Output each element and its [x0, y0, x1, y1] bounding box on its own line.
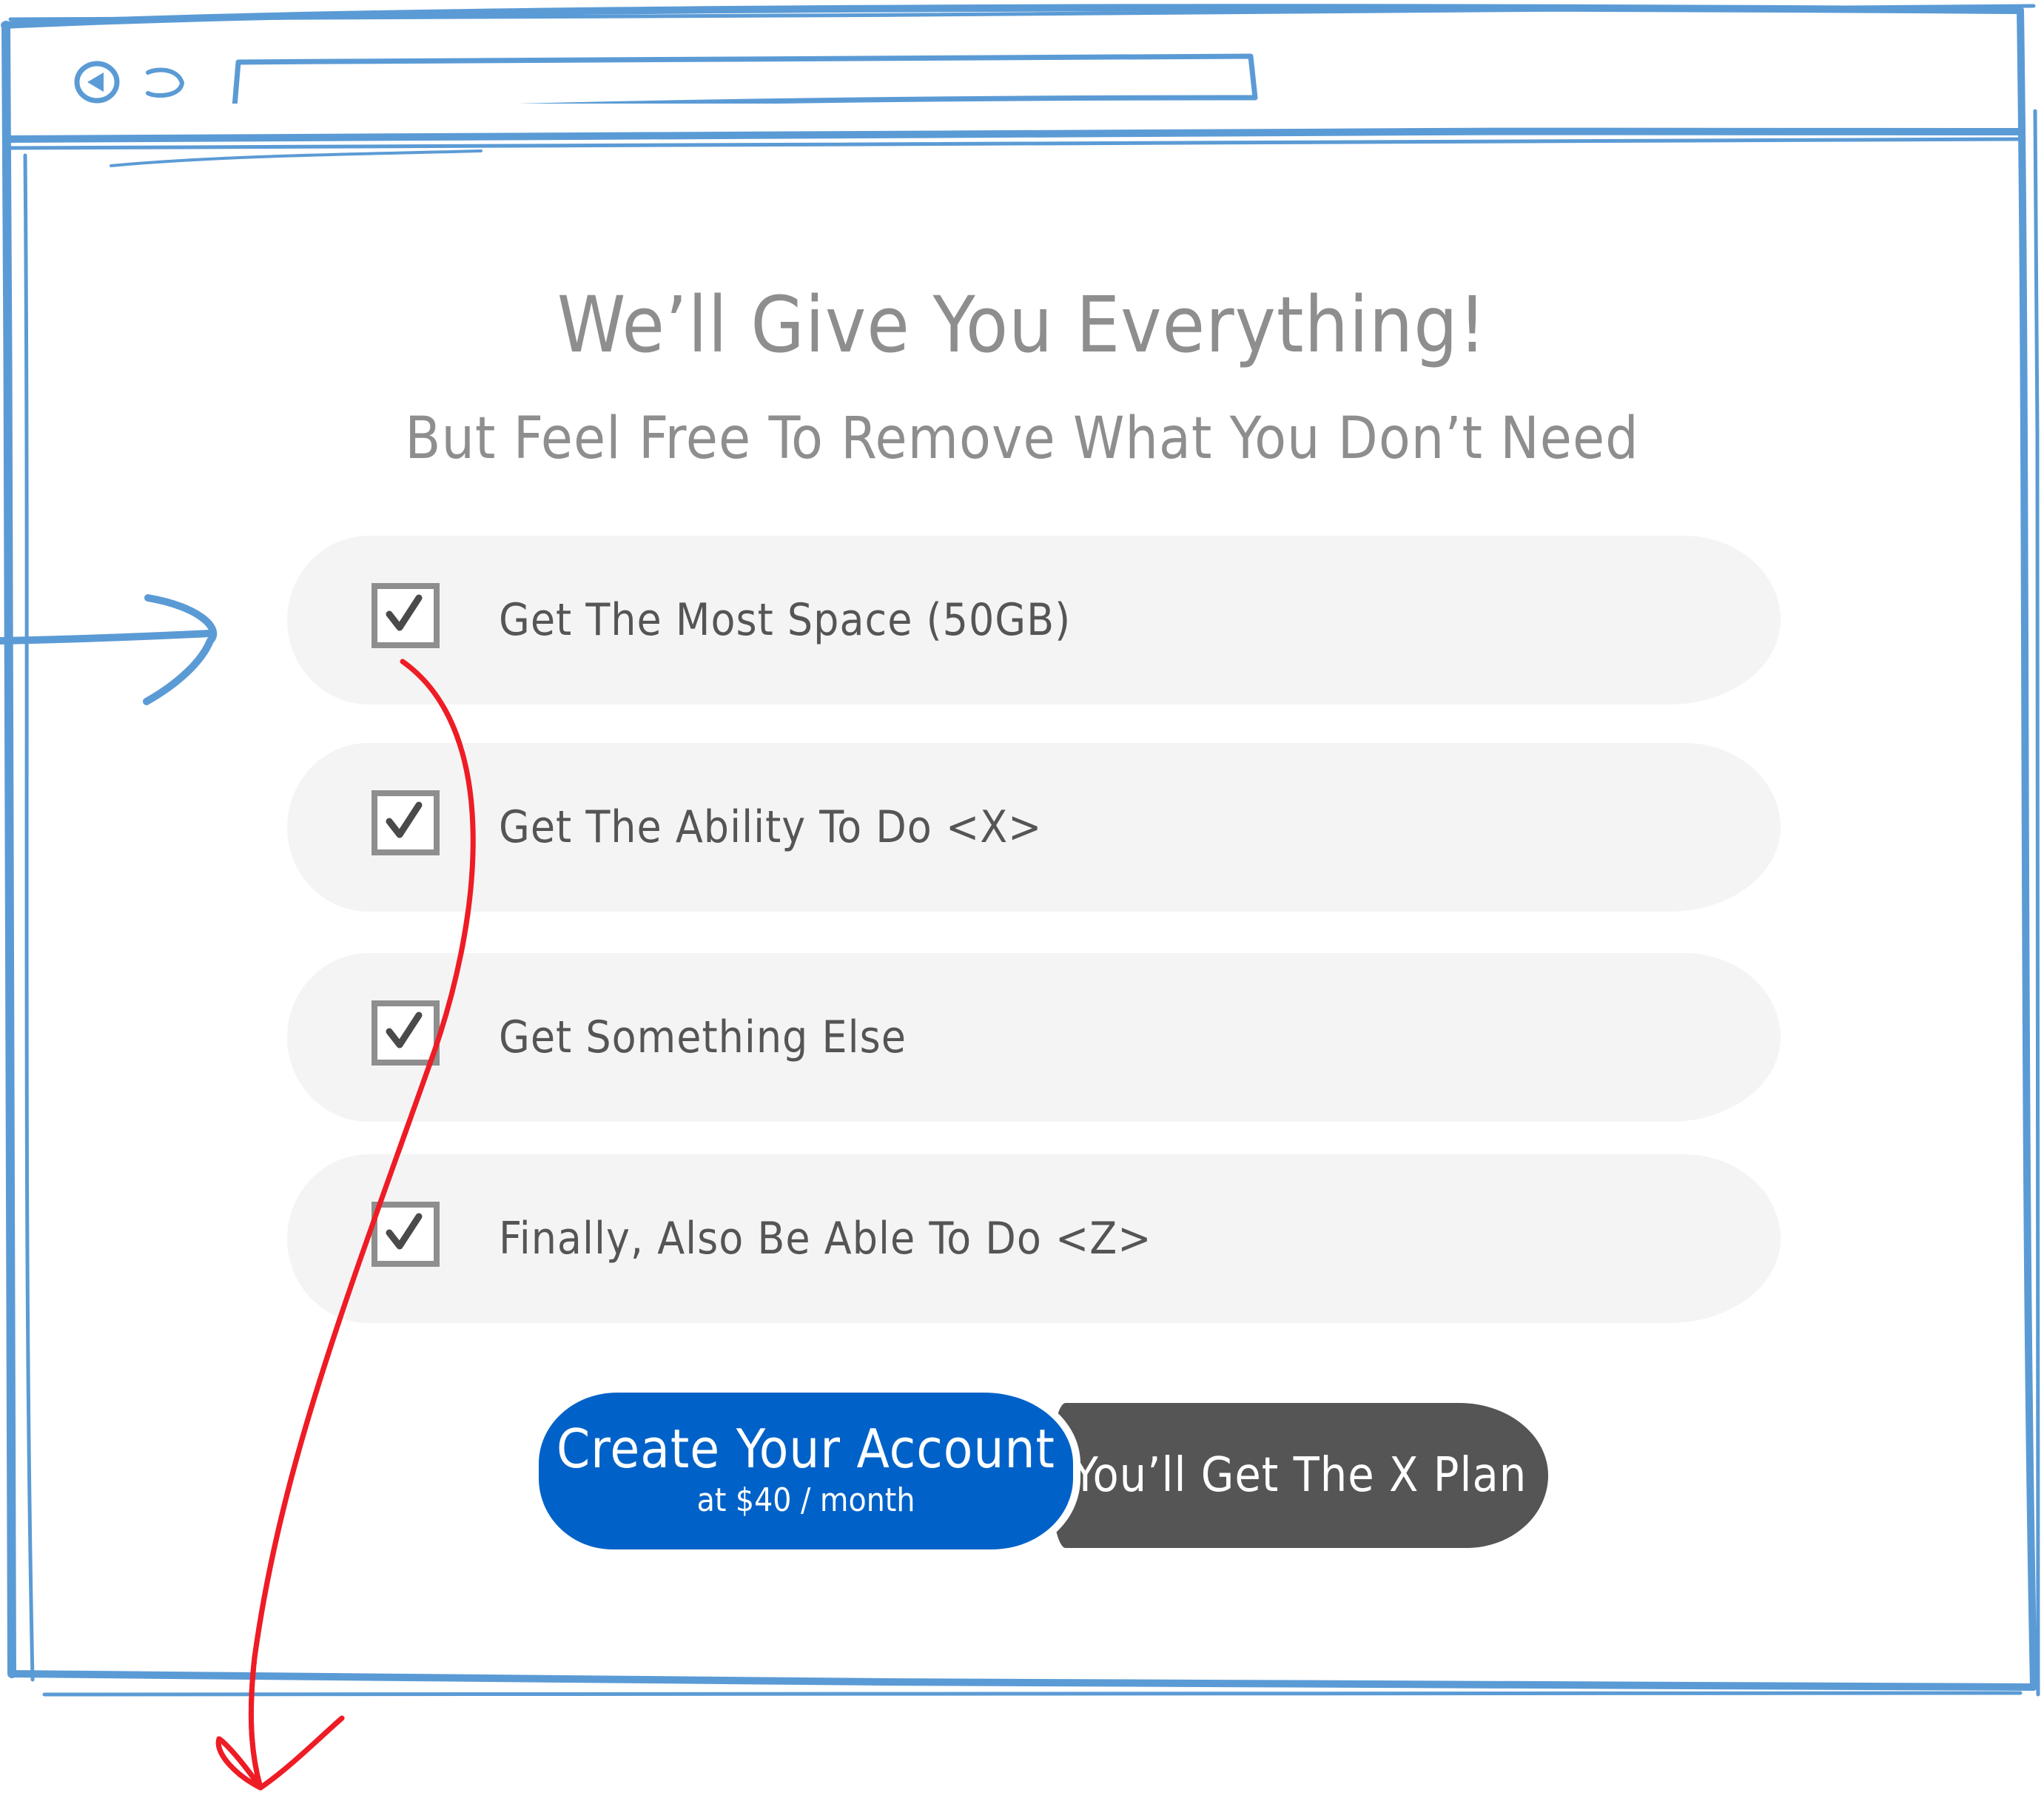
checkbox-checked-icon[interactable] [370, 999, 441, 1067]
create-account-button[interactable]: Create Your Account at $40 / month [531, 1385, 1080, 1557]
create-account-label: Create Your Account [557, 1418, 1055, 1480]
feature-row-space[interactable]: Get The Most Space (50GB) [287, 536, 1781, 704]
feature-label: Get The Most Space (50GB) [499, 594, 1072, 646]
feature-label: Finally, Also Be Able To Do <Z> [499, 1213, 1152, 1265]
checkbox-checked-icon[interactable] [370, 582, 441, 650]
checkbox-checked-icon[interactable] [370, 1200, 441, 1268]
page-title: We’ll Give You Everything! [557, 280, 1487, 370]
page-subtitle: But Feel Free To Remove What You Don’t N… [405, 405, 1639, 472]
plan-indicator: You’ll Get The X Plan [1051, 1403, 1548, 1548]
back-arrow-icon[interactable] [74, 59, 120, 105]
pointer-arrow [0, 594, 218, 705]
checkbox-checked-icon[interactable] [370, 789, 441, 857]
address-bar-outline [232, 53, 1258, 104]
feature-label: Get The Ability To Do <X> [499, 801, 1043, 853]
feature-label: Get Something Else [499, 1012, 907, 1063]
feature-row-something-else[interactable]: Get Something Else [287, 953, 1781, 1122]
price-label: at $40 / month [696, 1481, 915, 1519]
feature-row-ability-x[interactable]: Get The Ability To Do <X> [287, 743, 1781, 912]
feature-row-ability-z[interactable]: Finally, Also Be Able To Do <Z> [287, 1154, 1781, 1323]
forward-icon[interactable] [142, 65, 186, 101]
address-bar[interactable] [231, 30, 1260, 104]
